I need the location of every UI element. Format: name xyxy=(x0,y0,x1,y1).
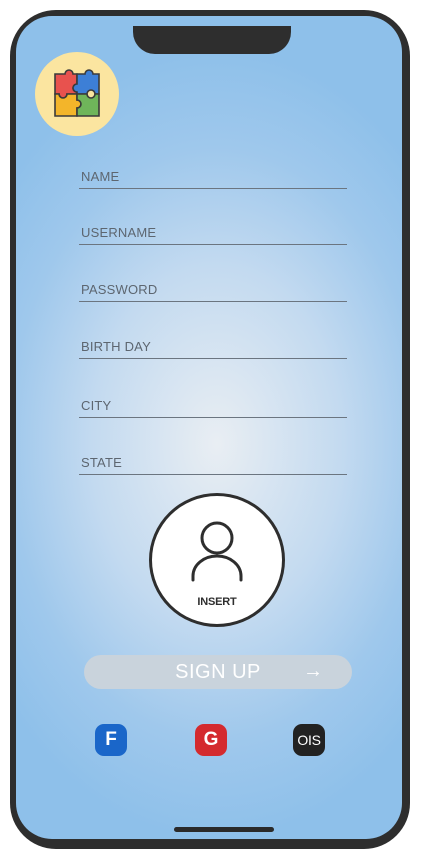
birthday-input[interactable] xyxy=(79,339,349,354)
username-field[interactable] xyxy=(79,216,349,245)
state-input[interactable] xyxy=(79,455,349,470)
password-input[interactable] xyxy=(79,282,349,297)
google-icon: G xyxy=(203,729,219,750)
city-input[interactable] xyxy=(79,398,349,413)
notch xyxy=(133,26,291,54)
ios-login-button[interactable]: OIS xyxy=(293,724,325,756)
puzzle-icon xyxy=(54,69,100,117)
facebook-icon: F xyxy=(105,729,117,750)
name-field[interactable] xyxy=(79,160,349,189)
app-logo xyxy=(35,52,119,136)
name-input[interactable] xyxy=(79,169,349,184)
user-icon xyxy=(191,521,243,582)
arrow-right-icon: → xyxy=(303,660,324,682)
sign-up-label: SIGN UP xyxy=(175,660,261,683)
birthday-field[interactable] xyxy=(79,330,349,359)
city-field[interactable] xyxy=(79,389,349,418)
password-field[interactable] xyxy=(79,273,349,302)
avatar-upload-button[interactable]: INSERT xyxy=(149,493,285,627)
google-login-button[interactable]: G xyxy=(195,724,227,756)
home-indicator xyxy=(174,827,274,832)
sign-up-button[interactable]: SIGN UP → xyxy=(84,655,352,689)
facebook-login-button[interactable]: F xyxy=(95,724,127,756)
username-input[interactable] xyxy=(79,225,349,240)
app-screen xyxy=(16,16,402,839)
state-field[interactable] xyxy=(79,446,349,475)
ios-icon: OIS xyxy=(297,732,321,748)
avatar-insert-label: INSERT xyxy=(197,596,237,608)
